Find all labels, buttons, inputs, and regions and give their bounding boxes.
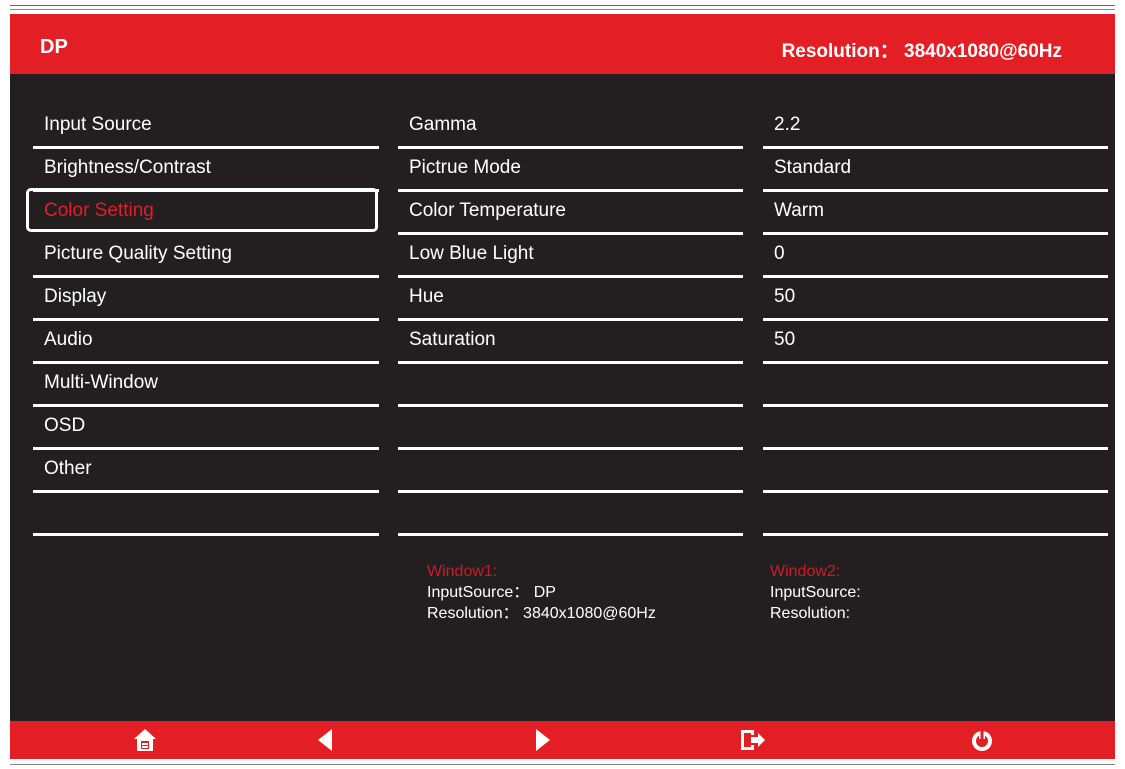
header-resolution: Resolution： 3840x1080@60Hz [781, 41, 1062, 62]
row-divider [763, 533, 1108, 536]
power-button[interactable] [962, 724, 1002, 756]
setting-label: Hue [409, 286, 444, 307]
footer-bar [10, 721, 1115, 759]
menu-item-audio[interactable]: Audio [33, 321, 379, 364]
settings-values: 2.2 Standard Warm 0 50 50 [763, 106, 1108, 536]
window2-input-source: InputSource: [770, 584, 861, 601]
setting-label: Pictrue Mode [409, 157, 521, 178]
setting-empty [398, 364, 743, 407]
menu-item-multi-window[interactable]: Multi-Window [33, 364, 379, 407]
setting-empty [398, 450, 743, 493]
value-picture-mode[interactable]: Standard [763, 149, 1108, 192]
top-frame-line [10, 5, 1115, 6]
home-icon [134, 729, 156, 751]
menu-item-empty [33, 493, 379, 536]
value-empty [763, 493, 1108, 536]
setting-value: 0 [774, 243, 785, 264]
selection-highlight [26, 188, 378, 232]
row-divider [33, 533, 379, 536]
main-menu: Input Source Brightness/Contrast Color S… [33, 106, 379, 536]
setting-color-temperature[interactable]: Color Temperature [398, 192, 743, 235]
setting-value: 50 [774, 286, 796, 307]
value-color-temperature[interactable]: Warm [763, 192, 1108, 235]
setting-empty [398, 493, 743, 536]
settings-names: Gamma Pictrue Mode Color Temperature Low… [398, 106, 743, 536]
menu-item-label: Other [44, 458, 92, 479]
menu-item-label: Multi-Window [44, 372, 159, 393]
setting-label: Saturation [409, 329, 496, 350]
top-frame [0, 0, 1125, 14]
setting-gamma[interactable]: Gamma [398, 106, 743, 149]
right-button[interactable] [523, 724, 563, 756]
setting-label: Gamma [409, 114, 477, 135]
setting-value: 50 [774, 329, 796, 350]
arrow-right-icon [536, 729, 550, 751]
menu-item-label: Picture Quality Setting [44, 243, 232, 264]
left-button[interactable] [305, 724, 345, 756]
setting-label: Color Temperature [409, 200, 567, 221]
value-gamma[interactable]: 2.2 [763, 106, 1108, 149]
setting-value: 2.2 [774, 114, 801, 135]
menu-item-display[interactable]: Display [33, 278, 379, 321]
home-button[interactable] [125, 724, 165, 756]
setting-value: Warm [774, 200, 824, 221]
header-bar: DP Resolution： 3840x1080@60Hz [10, 14, 1115, 74]
window1-title: Window1: [427, 563, 498, 580]
window2-info: Window2: InputSource: Resolution: [770, 561, 861, 624]
setting-value: Standard [774, 157, 852, 178]
menu-item-brightness-contrast[interactable]: Brightness/Contrast [33, 149, 379, 192]
window1-resolution: Resolution： 3840x1080@60Hz [427, 605, 656, 622]
value-empty [763, 364, 1108, 407]
menu-item-osd[interactable]: OSD [33, 407, 379, 450]
window2-title: Window2: [770, 563, 841, 580]
menu-item-label: Brightness/Contrast [44, 157, 211, 178]
row-divider [398, 533, 743, 536]
input-source-title: DP [40, 36, 68, 58]
menu-item-input-source[interactable]: Input Source [33, 106, 379, 149]
value-hue[interactable]: 50 [763, 278, 1108, 321]
osd-panel: DP Resolution： 3840x1080@60Hz Input Sour… [10, 14, 1115, 759]
bottom-frame-line [10, 764, 1115, 765]
setting-hue[interactable]: Hue [398, 278, 743, 321]
setting-picture-mode[interactable]: Pictrue Mode [398, 149, 743, 192]
power-icon [972, 729, 992, 751]
setting-saturation[interactable]: Saturation [398, 321, 743, 364]
setting-label: Low Blue Light [409, 243, 534, 264]
value-empty [763, 450, 1108, 493]
value-saturation[interactable]: 50 [763, 321, 1108, 364]
window2-resolution: Resolution: [770, 605, 851, 622]
window1-info: Window1: InputSource： DP Resolution： 384… [427, 561, 656, 624]
window1-input-source: InputSource： DP [427, 584, 556, 601]
menu-item-label: Audio [44, 329, 93, 350]
value-empty [763, 407, 1108, 450]
top-frame-line [10, 9, 1115, 10]
menu-item-other[interactable]: Other [33, 450, 379, 493]
arrow-left-icon [318, 729, 332, 751]
setting-low-blue-light[interactable]: Low Blue Light [398, 235, 743, 278]
setting-empty [398, 407, 743, 450]
menu-item-label: Input Source [44, 114, 152, 135]
menu-item-label: OSD [44, 415, 86, 436]
value-low-blue-light[interactable]: 0 [763, 235, 1108, 278]
exit-icon [741, 730, 765, 750]
menu-item-picture-quality-setting[interactable]: Picture Quality Setting [33, 235, 379, 278]
menu-item-label: Display [44, 286, 107, 307]
exit-button[interactable] [733, 724, 773, 756]
